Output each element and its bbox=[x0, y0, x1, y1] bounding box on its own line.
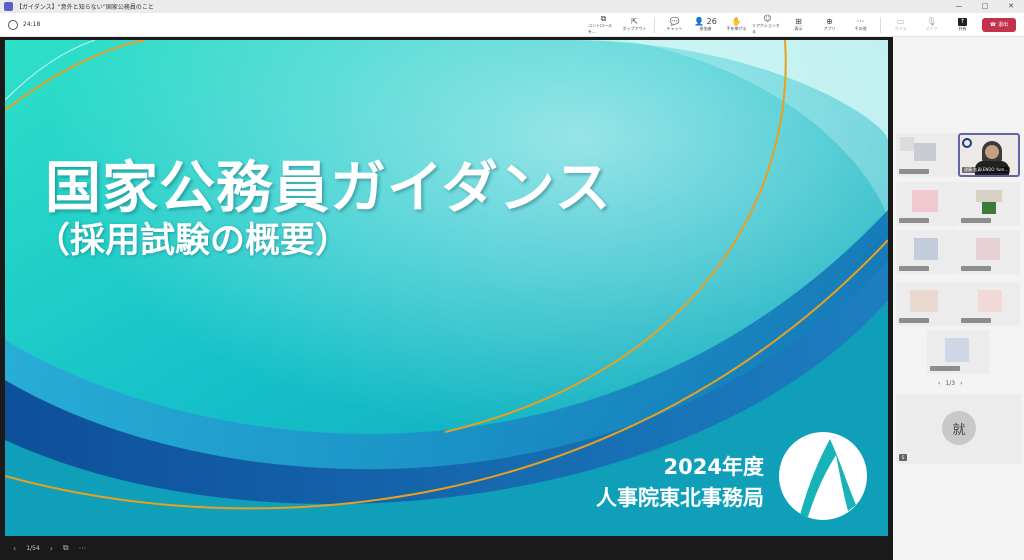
take-control-label: コントロールを... bbox=[588, 23, 612, 34]
grid-icon: ⊞ bbox=[795, 17, 802, 26]
shield-icon[interactable] bbox=[8, 19, 18, 30]
participant-tile[interactable] bbox=[958, 182, 1020, 226]
view-button[interactable]: ⊞ 表示 bbox=[783, 14, 814, 36]
participant-tile[interactable] bbox=[896, 230, 958, 274]
camera-label: カメラ bbox=[894, 26, 907, 31]
more-label: その他 bbox=[854, 26, 867, 31]
window-controls: — □ ✕ bbox=[946, 0, 1024, 13]
popout-label: ポップアウト bbox=[622, 26, 647, 31]
maximize-icon[interactable]: □ bbox=[972, 0, 998, 13]
slide-controls: ‹ 1/54 › ⧉ ··· bbox=[5, 538, 888, 558]
participant-tile[interactable] bbox=[896, 282, 958, 326]
react-label: リアクションする bbox=[752, 23, 780, 34]
participant-tile[interactable] bbox=[896, 182, 958, 226]
react-button[interactable]: ☺ リアクションする bbox=[752, 14, 783, 36]
chat-label: チャット bbox=[666, 26, 683, 31]
toolbar-divider bbox=[880, 16, 881, 33]
chat-icon: 💬 bbox=[669, 17, 680, 26]
more-icon: ··· bbox=[856, 17, 865, 26]
participant-badge: S bbox=[899, 454, 907, 461]
slides-overview-icon[interactable]: ⧉ bbox=[63, 543, 69, 553]
hand-icon: ✋ bbox=[731, 17, 742, 26]
slide-page-counter: 1/54 bbox=[26, 544, 40, 552]
teams-app-icon bbox=[4, 2, 13, 11]
shared-content-stage: 国家公務員ガイダンス （採用試験の概要） 2024年度 人事院東北事務局 ‹ 1… bbox=[0, 37, 893, 560]
apps-label: アプリ bbox=[823, 26, 836, 31]
presenter-tile[interactable]: 遠藤 佑真(ENDO Yum... bbox=[958, 133, 1020, 177]
camera-button[interactable]: ▭ カメラ bbox=[885, 14, 916, 36]
mic-label: マイク bbox=[925, 26, 938, 31]
more-button[interactable]: ··· その他 bbox=[845, 14, 876, 36]
avatar: 就 bbox=[942, 411, 976, 445]
participant-tile-large[interactable]: 就 S bbox=[896, 394, 1021, 464]
previous-slide-icon[interactable]: ‹ bbox=[13, 544, 16, 553]
phone-hangup-icon: ☎ bbox=[989, 21, 997, 28]
participant-tile[interactable] bbox=[927, 330, 989, 374]
next-slide-icon[interactable]: › bbox=[50, 544, 53, 553]
gallery-pager: ‹ 1/3 › bbox=[938, 380, 962, 387]
raise-hand-button[interactable]: ✋ 手を挙げる bbox=[721, 14, 752, 36]
participant-tile[interactable] bbox=[896, 133, 958, 177]
smiley-icon: ☺ bbox=[763, 14, 772, 23]
participants-gallery: 遠藤 佑真(ENDO Yum... ‹ 1/3 › 就 S bbox=[893, 37, 1024, 560]
share-button[interactable]: ↑ 共有 bbox=[947, 14, 978, 36]
apps-icon: ⊕ bbox=[826, 17, 833, 26]
jinjiin-logo-icon bbox=[779, 432, 867, 520]
chat-button[interactable]: 💬 チャット bbox=[659, 14, 690, 36]
gallery-page-counter: 1/3 bbox=[945, 380, 956, 387]
camera-icon: ▭ bbox=[896, 17, 905, 26]
meeting-timer: 24:18 bbox=[23, 21, 41, 28]
slide-subtitle: （採用試験の概要） bbox=[35, 221, 351, 261]
participant-tile[interactable] bbox=[958, 282, 1020, 326]
apps-button[interactable]: ⊕ アプリ bbox=[814, 14, 845, 36]
toolbar-divider bbox=[654, 16, 655, 33]
raise-hand-label: 手を挙げる bbox=[726, 26, 747, 31]
participants-button[interactable]: 👤 26 参加者 bbox=[690, 14, 721, 36]
share-icon: ↑ bbox=[958, 17, 967, 26]
slide-more-icon[interactable]: ··· bbox=[79, 544, 87, 553]
meeting-toolbar: 24:18 ⧉ コントロールを... ⇱ ポップアウト 💬 チャット 👤 26 … bbox=[0, 13, 1024, 37]
presentation-slide: 国家公務員ガイダンス （採用試験の概要） 2024年度 人事院東北事務局 bbox=[5, 40, 888, 536]
minimize-icon[interactable]: — bbox=[946, 0, 972, 13]
people-icon: 👤 26 bbox=[694, 17, 717, 26]
popout-icon: ⇱ bbox=[631, 17, 638, 26]
chevron-left-icon[interactable]: ‹ bbox=[938, 380, 940, 387]
take-control-button[interactable]: ⧉ コントロールを... bbox=[588, 14, 619, 36]
participant-tile[interactable] bbox=[958, 230, 1020, 274]
slide-organization: 人事院東北事務局 bbox=[596, 486, 764, 510]
participants-label: 参加者 bbox=[699, 26, 712, 31]
window-titlebar: 【ガイダンス】“意外と知らない”国家公務員のこと — □ ✕ bbox=[0, 0, 1024, 13]
mic-button[interactable]: 🎙 マイク bbox=[916, 14, 947, 36]
mic-icon: 🎙 bbox=[926, 17, 937, 26]
slide-year: 2024年度 bbox=[663, 455, 764, 479]
window-title: 【ガイダンス】“意外と知らない”国家公務員のこと bbox=[16, 4, 154, 11]
take-control-icon: ⧉ bbox=[600, 14, 607, 23]
chevron-right-icon[interactable]: › bbox=[960, 380, 962, 387]
share-label: 共有 bbox=[958, 25, 967, 31]
view-label: 表示 bbox=[794, 26, 803, 31]
leave-button[interactable]: ☎ 退出 bbox=[982, 17, 1016, 32]
close-icon[interactable]: ✕ bbox=[998, 0, 1024, 13]
presenter-name-label: 遠藤 佑真(ENDO Yum... bbox=[962, 167, 1011, 173]
popout-button[interactable]: ⇱ ポップアウト bbox=[619, 14, 650, 36]
leave-label: 退出 bbox=[998, 22, 1009, 28]
